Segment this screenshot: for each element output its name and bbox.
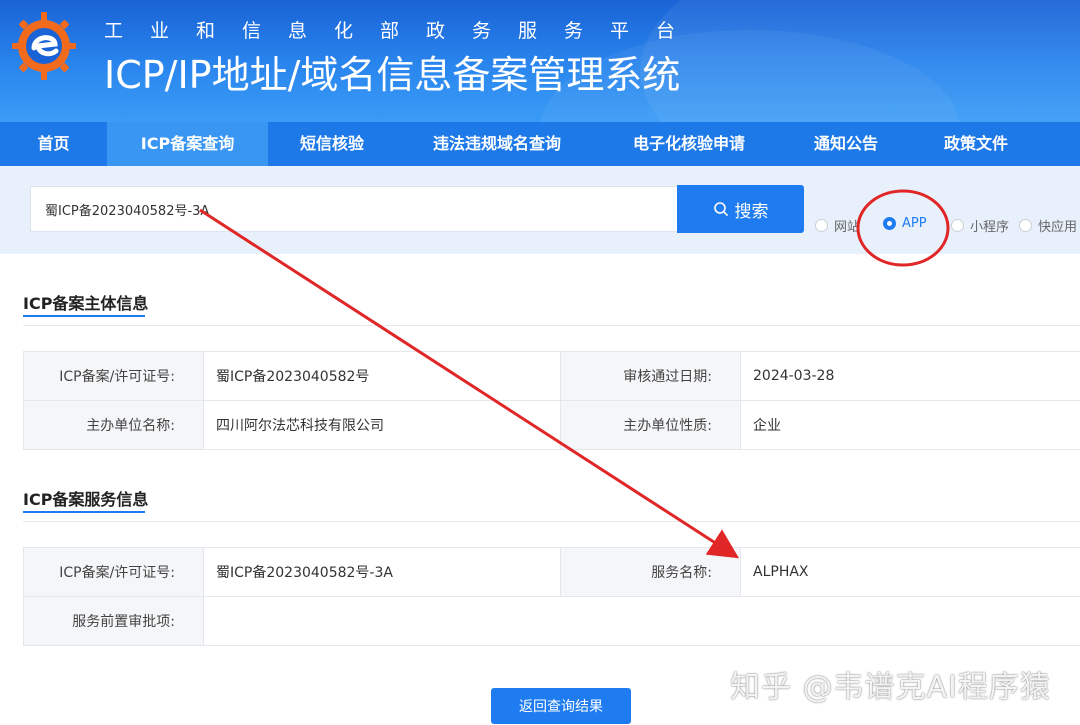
radio-dot (815, 219, 828, 232)
table-row: 服务前置审批项: (23, 596, 1080, 646)
table-value: 企业 (740, 400, 1080, 450)
section-divider (23, 521, 1080, 522)
site-header: 工业和信息化部政务服务平台 ICP/IP地址/域名信息备案管理系统 (0, 0, 1080, 122)
system-title: ICP/IP地址/域名信息备案管理系统 (104, 53, 681, 97)
radio-mini-program[interactable]: 小程序 (951, 216, 1009, 235)
section-divider (23, 325, 1080, 326)
radio-label: 网站 (834, 220, 861, 235)
ministry-logo-icon (12, 12, 76, 80)
section-title-service: ICP备案服务信息 (23, 490, 149, 509)
search-input[interactable] (30, 186, 678, 232)
main-nav: 首页 ICP备案查询 短信核验 违法违规域名查询 电子化核验申请 通知公告 政策… (0, 122, 1080, 166)
table-label: ICP备案/许可证号: (23, 547, 204, 597)
zhihu-watermark: 知乎 @韦谱克AI程序猿 (730, 670, 1051, 705)
table-label: 服务前置审批项: (23, 596, 204, 646)
header-subtitle: 工业和信息化部政务服务平台 (104, 20, 703, 42)
table-value: 蜀ICP备2023040582号-3A (203, 547, 561, 597)
table-label: 主办单位名称: (23, 400, 204, 450)
radio-website[interactable]: 网站 (815, 216, 860, 235)
search-button[interactable]: 搜索 (677, 185, 804, 233)
service-info-table: ICP备案/许可证号: 蜀ICP备2023040582号-3A 服务名称: AL… (23, 547, 1080, 646)
table-row: ICP备案/许可证号: 蜀ICP备2023040582号-3A 服务名称: AL… (23, 547, 1080, 597)
table-row: ICP备案/许可证号: 蜀ICP备2023040582号 审核通过日期: 202… (23, 351, 1080, 401)
section-underline (23, 315, 145, 317)
radio-dot (1019, 219, 1032, 232)
table-label: 主办单位性质: (560, 400, 741, 450)
table-value: 四川阿尔法芯科技有限公司 (203, 400, 561, 450)
table-value: 蜀ICP备2023040582号 (203, 351, 561, 401)
nav-item-icp-query[interactable]: ICP备案查询 (107, 122, 268, 166)
search-icon (713, 202, 728, 216)
table-label: ICP备案/许可证号: (23, 351, 204, 401)
nav-item-sms-verify[interactable]: 短信核验 (268, 122, 396, 166)
radio-quick-app[interactable]: 快应用 (1019, 216, 1077, 235)
table-label: 服务名称: (560, 547, 741, 597)
nav-item-illegal-domain-query[interactable]: 违法违规域名查询 (396, 122, 598, 166)
section-underline (23, 511, 145, 513)
nav-item-e-verify-apply[interactable]: 电子化核验申请 (598, 122, 780, 166)
search-button-label: 搜索 (734, 201, 769, 221)
table-value (203, 596, 1080, 646)
table-value: ALPHAX (740, 547, 1080, 597)
radio-dot (951, 219, 964, 232)
radio-dot-checked (883, 217, 896, 230)
nav-item-home[interactable]: 首页 (0, 122, 107, 166)
radio-label: 小程序 (970, 220, 1010, 235)
table-row: 主办单位名称: 四川阿尔法芯科技有限公司 主办单位性质: 企业 (23, 400, 1080, 450)
table-label: 审核通过日期: (560, 351, 741, 401)
back-to-results-button[interactable]: 返回查询结果 (491, 688, 631, 724)
subject-info-table: ICP备案/许可证号: 蜀ICP备2023040582号 审核通过日期: 202… (23, 351, 1080, 450)
radio-app[interactable]: APP (883, 216, 927, 231)
radio-label: 快应用 (1038, 220, 1078, 235)
table-value: 2024-03-28 (740, 351, 1080, 401)
section-title-subject: ICP备案主体信息 (23, 294, 149, 313)
nav-item-policy-docs[interactable]: 政策文件 (912, 122, 1040, 166)
nav-item-notices[interactable]: 通知公告 (780, 122, 912, 166)
radio-label: APP (902, 216, 927, 231)
